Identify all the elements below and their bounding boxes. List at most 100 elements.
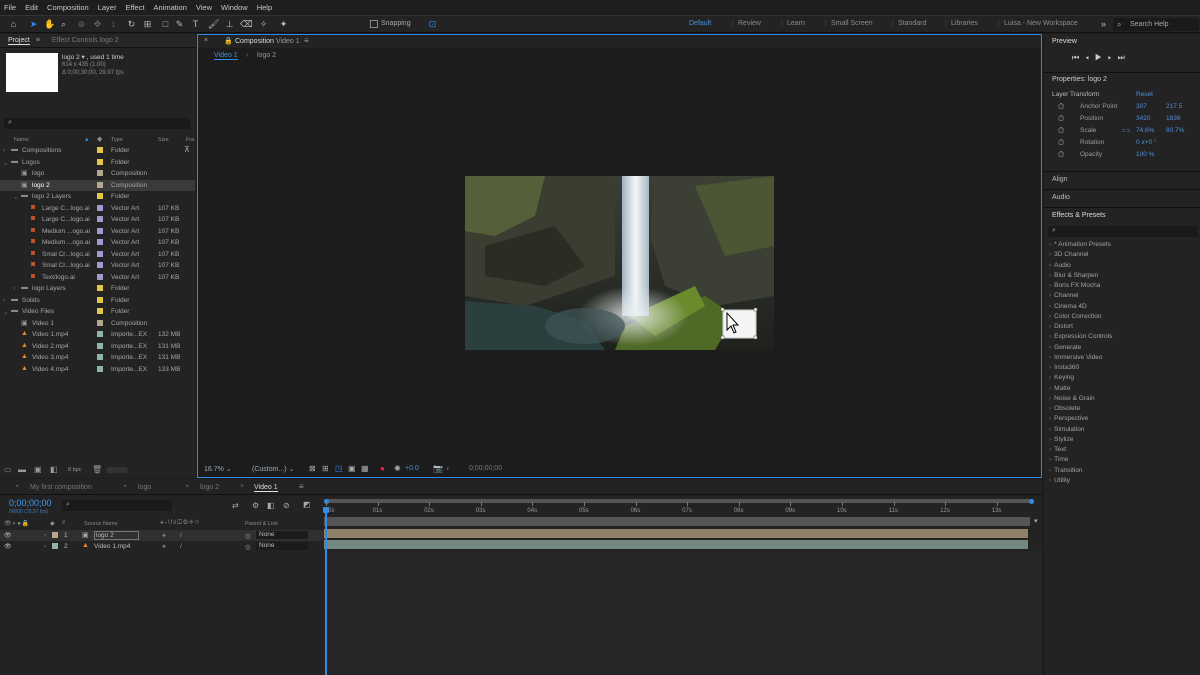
project-item[interactable]: ▲ Video 1.mp4 Importe...EX 132 MB	[0, 329, 195, 341]
expand-arrow-icon[interactable]: ⌄	[3, 159, 8, 167]
source-name-header[interactable]: Source Name	[84, 521, 118, 527]
parent-dropdown[interactable]: None	[256, 531, 308, 539]
property-value-1[interactable]: 0 x+0 °	[1136, 139, 1157, 146]
layer-row[interactable]: 👁 › 1 ▣ logo 2 ⚹ / ◎ None	[0, 530, 324, 541]
effect-category[interactable]: Transition	[1049, 467, 1082, 474]
col-type[interactable]: Type	[111, 137, 123, 143]
constrain-proportions-icon[interactable]: ⊂⊃	[1122, 128, 1130, 134]
grid-icon[interactable]: ⊞	[322, 464, 329, 473]
interpret-footage-icon[interactable]: ▭	[4, 465, 12, 474]
adjust-icon[interactable]: ◧	[50, 465, 58, 474]
menu-window[interactable]: Window	[221, 3, 248, 12]
label-color-swatch[interactable]	[97, 365, 103, 372]
tab-icon[interactable]: ▪	[16, 483, 18, 490]
work-area-end-handle[interactable]	[1029, 499, 1034, 504]
rectangle-tool-icon[interactable]: □	[160, 19, 171, 30]
fit-icon[interactable]: ⊠	[309, 464, 316, 473]
property-value-1[interactable]: 100 %	[1136, 151, 1154, 158]
next-frame-icon[interactable]: ▸	[1108, 53, 1118, 62]
effect-category[interactable]: Audio	[1049, 262, 1071, 269]
lock-icon[interactable]: 🔒	[224, 37, 233, 45]
project-item[interactable]: ▲ Video 3.mp4 Importe...EX 131 MB	[0, 352, 195, 364]
visibility-eye-icon[interactable]: 👁	[4, 532, 12, 539]
effect-category[interactable]: 3D Channel	[1049, 251, 1088, 258]
project-item[interactable]: ◙ Medium ...ogo.ai Vector Art 107 KB	[0, 226, 195, 238]
effect-category[interactable]: Blur & Sharpen	[1049, 272, 1098, 279]
exposure-icon[interactable]: ✺	[394, 464, 401, 473]
layer-bar-video-1[interactable]	[324, 540, 1028, 549]
tab-icon[interactable]: ▪	[124, 483, 126, 490]
menu-effect[interactable]: Effect	[125, 3, 144, 12]
draft-3d-icon[interactable]: ⚙	[252, 501, 259, 510]
col-frame[interactable]: Fra	[186, 137, 194, 143]
shy-switch-icon[interactable]: ⚹	[162, 532, 166, 540]
thumbnail-slider[interactable]	[106, 467, 128, 473]
label-color-swatch[interactable]	[97, 181, 103, 188]
project-item[interactable]: ▣ logo Composition	[0, 168, 195, 180]
timeline-tab-video-1[interactable]: Video 1	[254, 484, 278, 492]
tab-project[interactable]: Project	[8, 37, 30, 45]
pick-whip-icon[interactable]: ◎	[245, 532, 251, 540]
stopwatch-icon[interactable]: ⏱	[1058, 114, 1064, 124]
workspace-overflow-icon[interactable]: »	[1098, 19, 1109, 30]
effect-category[interactable]: Generate	[1049, 344, 1081, 351]
menu-file[interactable]: File	[4, 3, 16, 12]
menu-composition[interactable]: Composition	[47, 3, 89, 12]
expand-arrow-icon[interactable]: ›	[3, 147, 5, 154]
effect-category[interactable]: Expression Controls	[1049, 333, 1112, 340]
comp-flowchart-icon[interactable]: ⇄	[232, 501, 239, 510]
dolly-tool-icon[interactable]: ↕	[108, 19, 119, 30]
effect-category[interactable]: Utility	[1049, 477, 1070, 484]
expand-arrow-icon[interactable]: ›	[13, 285, 15, 292]
effect-category[interactable]: Stylize	[1049, 436, 1073, 443]
layer-name[interactable]: logo 2	[94, 531, 139, 540]
shy-icon[interactable]: ◧	[267, 501, 275, 510]
transparency-icon[interactable]: ▦	[361, 464, 369, 473]
label-color-swatch[interactable]	[97, 331, 103, 337]
project-item[interactable]: › ▬ Solids Folder	[0, 295, 195, 307]
effect-category[interactable]: Immersive Video	[1049, 354, 1102, 361]
layer-row[interactable]: 👁 › 2 ▲ Video 1.mp4 ⚹ / ◎ None	[0, 541, 324, 552]
expand-arrow-icon[interactable]: ⌄	[3, 308, 8, 316]
parent-dropdown[interactable]: None	[256, 542, 308, 550]
panel-menu-icon[interactable]: ≡	[36, 37, 40, 44]
effect-category[interactable]: Channel	[1049, 292, 1078, 299]
label-color-swatch[interactable]	[97, 342, 103, 349]
label-color-swatch[interactable]	[97, 204, 103, 211]
hand-tool-icon[interactable]: ✋	[44, 19, 55, 30]
property-value-1[interactable]: 74.6%	[1136, 127, 1154, 134]
workspace-learn[interactable]: Learn	[787, 20, 805, 27]
panel-menu-icon[interactable]: ≡	[299, 482, 304, 491]
stopwatch-icon[interactable]: ⏱	[1058, 102, 1064, 112]
orbit-tool-icon[interactable]: ⊕	[76, 19, 87, 30]
label-color-swatch[interactable]	[97, 296, 103, 303]
stopwatch-icon[interactable]: ⏱	[1058, 126, 1064, 136]
layer-name[interactable]: Video 1.mp4	[94, 543, 130, 550]
project-item[interactable]: › ▬ logo Layers Folder	[0, 283, 195, 295]
trash-icon[interactable]: 🗑	[92, 465, 102, 474]
quality-switch-icon[interactable]: /	[180, 543, 182, 550]
col-size[interactable]: Size	[158, 137, 169, 143]
effect-category[interactable]: Obsolete	[1049, 405, 1080, 412]
effect-category[interactable]: Insta360	[1049, 364, 1079, 371]
playhead-line[interactable]	[325, 507, 327, 675]
viewer-timecode[interactable]: 0;00;00;00	[469, 465, 502, 472]
project-item[interactable]: ⌄ ▬ Logos Folder	[0, 157, 195, 169]
property-value-1[interactable]: 307	[1136, 103, 1147, 110]
show-snapshot-icon[interactable]: ◐	[446, 464, 451, 473]
rotate-tool-icon[interactable]: ↻	[126, 19, 137, 30]
clone-tool-icon[interactable]: ⊥	[224, 19, 235, 30]
first-frame-icon[interactable]: ⏮	[1072, 53, 1085, 62]
project-item[interactable]: ▲ Video 4.mp4 Importe...EX 133 MB	[0, 364, 195, 376]
project-item[interactable]: ◙ Smal Cr...logo.ai Vector Art 107 KB	[0, 260, 195, 272]
label-color-swatch[interactable]	[97, 285, 103, 291]
workspace-default[interactable]: Default	[689, 20, 711, 27]
channel-icon[interactable]: ●	[380, 464, 385, 473]
breadcrumb-logo-2[interactable]: logo 2	[257, 52, 276, 59]
comp-tab-name[interactable]: Video 1	[276, 38, 300, 45]
tab-icon[interactable]: ▪	[186, 483, 188, 490]
label-color-swatch[interactable]	[97, 250, 103, 257]
new-folder-icon[interactable]: ▬	[18, 465, 26, 474]
graph-editor-icon[interactable]: ◩	[303, 500, 311, 509]
project-item[interactable]: ⌄ ▬ Video Files Folder	[0, 306, 195, 318]
